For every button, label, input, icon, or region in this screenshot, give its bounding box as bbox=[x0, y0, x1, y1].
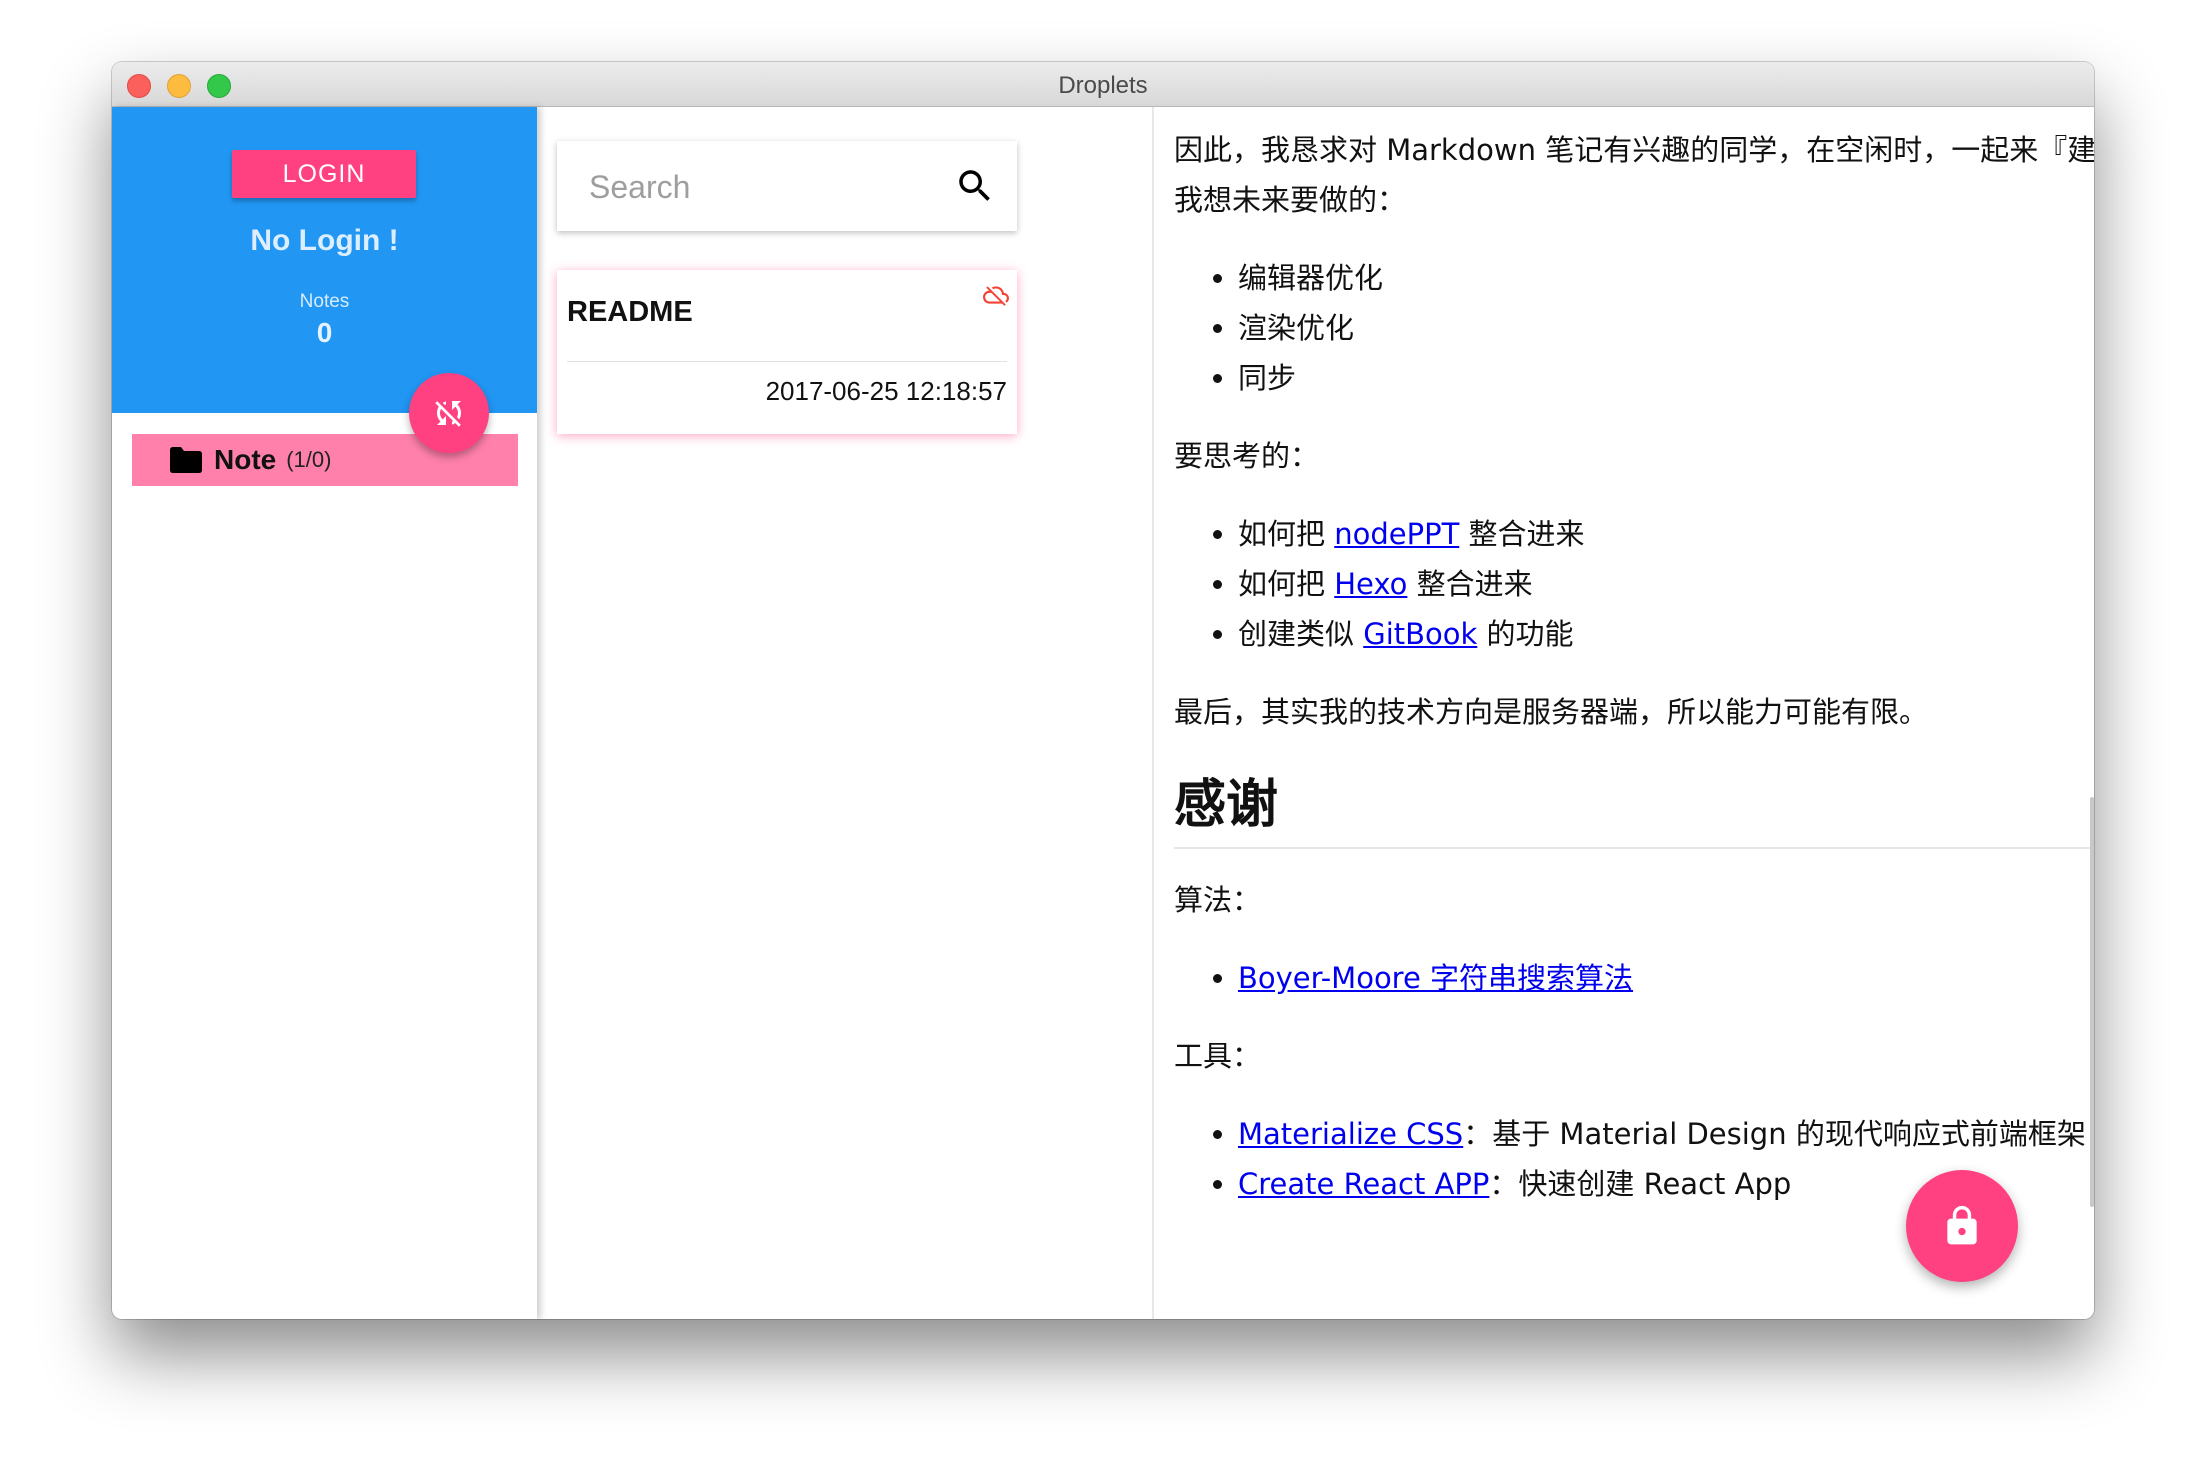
list-item: Boyer-Moore 字符串搜索算法 bbox=[1238, 953, 2094, 1003]
notes-count-value: 0 bbox=[316, 317, 333, 348]
list-text: 创建类似 bbox=[1238, 617, 1364, 651]
paragraph-final: 最后，其实我的技术方向是服务器端，所以能力可能有限。 bbox=[1174, 695, 1929, 729]
list-item: Materialize CSS：基于 Material Design 的现代响应… bbox=[1238, 1109, 2094, 1159]
folder-icon bbox=[170, 447, 202, 473]
search-box bbox=[557, 141, 1017, 231]
link-hexo[interactable]: Hexo bbox=[1334, 567, 1407, 601]
list-item: 创建类似 GitBook 的功能 bbox=[1238, 609, 2094, 659]
sync-button[interactable] bbox=[409, 373, 489, 453]
paragraph-think: 要思考的： bbox=[1174, 439, 1320, 473]
markdown-preview: 因此，我恳求对 Markdown 笔记有兴趣的同学，在空闲时，一起来『建筑』。我… bbox=[1154, 107, 2094, 1319]
search-icon[interactable] bbox=[954, 165, 996, 207]
title-bar: Droplets bbox=[112, 62, 2094, 107]
note-divider bbox=[567, 361, 1007, 362]
list-text: ：快速创建 React App bbox=[1489, 1167, 1792, 1201]
list-item: 编辑器优化 bbox=[1238, 253, 2094, 303]
list-text: 如何把 bbox=[1238, 517, 1335, 551]
note-card[interactable]: README 2017-06-25 12:18:57 bbox=[557, 270, 1017, 434]
paragraph-intro: 因此，我恳求对 Markdown 笔记有兴趣的同学，在空闲时，一起来『建筑』。我… bbox=[1174, 133, 2094, 217]
think-list: 如何把 nodePPT 整合进来 如何把 Hexo 整合进来 创建类似 GitB… bbox=[1174, 509, 2094, 659]
paragraph-tools: 工具： bbox=[1174, 1039, 1262, 1073]
algo-list: Boyer-Moore 字符串搜索算法 bbox=[1174, 953, 2094, 1003]
list-item: 渲染优化 bbox=[1238, 303, 2094, 353]
folder-count: (1/0) bbox=[286, 447, 332, 472]
note-date: 2017-06-25 12:18:57 bbox=[765, 376, 1007, 406]
folder-name: Note bbox=[214, 444, 277, 475]
link-gitbook[interactable]: GitBook bbox=[1363, 617, 1477, 651]
cloud-off-icon bbox=[983, 286, 1009, 306]
lock-icon bbox=[1947, 1205, 1977, 1245]
list-text: 的功能 bbox=[1477, 617, 1574, 651]
window-title: Droplets bbox=[1058, 72, 1148, 99]
paragraph-algo: 算法： bbox=[1174, 883, 1262, 917]
note-list-pane: README 2017-06-25 12:18:57 bbox=[537, 107, 1154, 1319]
list-item: 如何把 nodePPT 整合进来 bbox=[1238, 509, 2094, 559]
preview-document: 因此，我恳求对 Markdown 笔记有兴趣的同学，在空闲时，一起来『建筑』。我… bbox=[1174, 125, 2094, 1237]
heading-thanks: 感谢 bbox=[1174, 767, 2094, 849]
link-boyer-moore[interactable]: Boyer-Moore 字符串搜索算法 bbox=[1238, 961, 1633, 995]
lock-button[interactable] bbox=[1906, 1170, 2018, 1282]
link-nodeppt[interactable]: nodePPT bbox=[1334, 517, 1459, 551]
link-materialize[interactable]: Materialize CSS bbox=[1238, 1117, 1463, 1151]
list-text: ：基于 Material Design 的现代响应式前端框架 bbox=[1463, 1117, 2086, 1151]
notes-count-label: Notes bbox=[299, 291, 350, 312]
login-status: No Login ! bbox=[250, 224, 399, 257]
login-button[interactable]: LOGIN bbox=[232, 150, 416, 198]
note-title: README bbox=[567, 296, 693, 328]
list-text: 如何把 bbox=[1238, 567, 1335, 601]
list-item: 如何把 Hexo 整合进来 bbox=[1238, 559, 2094, 609]
app-window: Droplets LOGIN No Login ! Notes 0 Note (… bbox=[112, 62, 2094, 1319]
search-input[interactable] bbox=[587, 163, 931, 211]
list-item: 同步 bbox=[1238, 353, 2094, 403]
sync-disabled-icon bbox=[435, 401, 461, 427]
app-content: LOGIN No Login ! Notes 0 Note (1/0) Sear… bbox=[112, 107, 2094, 1319]
preview-scrollbar[interactable] bbox=[2090, 797, 2094, 1207]
list-text: 整合进来 bbox=[1459, 517, 1585, 551]
link-create-react-app[interactable]: Create React APP bbox=[1238, 1167, 1489, 1201]
profile-header: LOGIN No Login ! Notes 0 bbox=[112, 107, 537, 413]
todo-list: 编辑器优化 渲染优化 同步 bbox=[1174, 253, 2094, 403]
sidebar: LOGIN No Login ! Notes 0 Note (1/0) bbox=[112, 107, 537, 1319]
list-text: 整合进来 bbox=[1407, 567, 1533, 601]
